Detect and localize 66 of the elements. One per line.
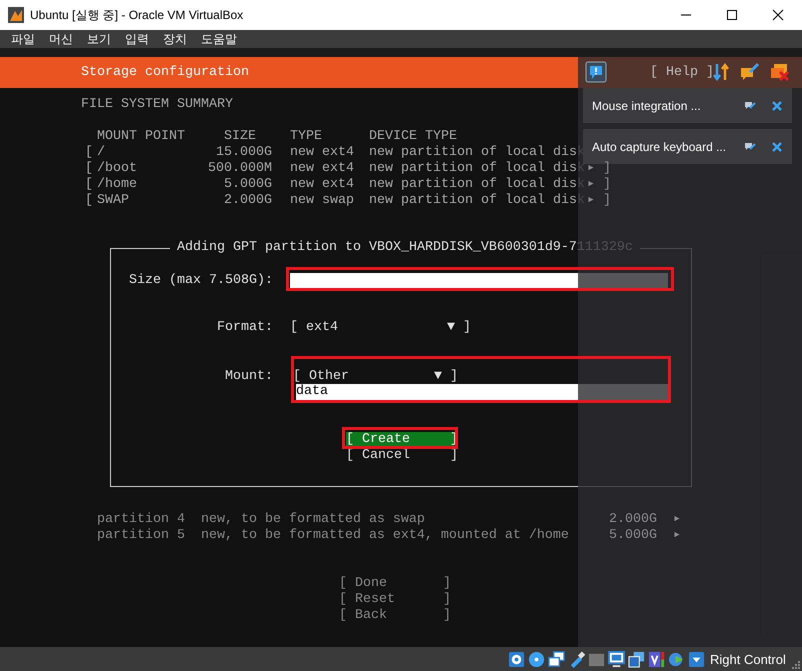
table-cell-text: 15.000G — [215, 145, 272, 161]
table-cell-text: 500.000M — [207, 161, 272, 177]
table-cell-text: new ext4 — [289, 161, 351, 177]
menu-item[interactable]: 보기 — [87, 30, 111, 48]
display-icon[interactable] — [608, 650, 625, 668]
action-button[interactable]: [ Back ] — [339, 608, 451, 624]
close-icon[interactable] — [772, 9, 784, 21]
menu-item[interactable]: 장치 — [163, 30, 187, 48]
column-header: DEVICE TYPE — [368, 129, 458, 145]
row-menu-toggle[interactable]: ▸ — [673, 512, 682, 528]
partition-description: partition 4 new, to be formatted as swap — [97, 512, 426, 528]
menu-item[interactable]: 입력 — [125, 30, 149, 48]
action-button[interactable]: [ Done ] — [339, 576, 451, 592]
row-menu-toggle[interactable]: ▸ ] — [587, 193, 617, 209]
column-header: TYPE — [289, 129, 323, 145]
bracket: [ — [85, 177, 94, 193]
menu-item[interactable]: 파일 — [11, 30, 35, 48]
format-dropdown[interactable]: [ ext4 ▼ ] — [290, 320, 471, 336]
app-logo-icon — [8, 7, 24, 23]
screen-title: Storage configuration — [81, 64, 249, 80]
bracket: [ — [85, 145, 94, 161]
table-cell-text: new ext4 — [289, 145, 351, 161]
partition-size: 5.000G — [608, 528, 657, 544]
windows-icon[interactable] — [628, 650, 645, 668]
menu-item[interactable]: 도움말 — [201, 30, 237, 48]
mount-dropdown[interactable]: [ Other ▼ ] — [293, 369, 458, 385]
column-header: SIZE — [223, 129, 257, 145]
field-label: Format: — [216, 320, 273, 336]
menu-item[interactable]: 머신 — [49, 30, 73, 48]
table-cell-text: 2.000G — [223, 193, 272, 209]
notification-icon[interactable] — [585, 61, 607, 83]
table-cell-text: / — [97, 145, 106, 161]
table-cell-text: SWAP — [97, 193, 130, 209]
dismiss-all-icon[interactable] — [770, 62, 790, 82]
resize-grip-icon[interactable] — [790, 659, 800, 669]
row-menu-toggle[interactable]: ▸ — [673, 528, 682, 544]
maximize-icon[interactable] — [726, 9, 738, 21]
table-cell-text: /home — [97, 177, 138, 193]
pin-icon[interactable] — [744, 140, 756, 152]
help-button[interactable]: [ Help ] — [650, 64, 714, 80]
notification-text: Mouse integration ... — [592, 98, 702, 114]
table-cell-text: new swap — [289, 193, 351, 209]
sort-arrows-icon[interactable] — [712, 62, 730, 82]
table-cell-text: new ext4 — [289, 177, 351, 193]
field-label: Size (max 7.508G): — [128, 273, 273, 289]
bracket: [ — [85, 161, 94, 177]
row-menu-toggle[interactable]: ▸ ] — [587, 161, 617, 177]
section-title: FILE SYSTEM SUMMARY — [81, 97, 233, 113]
host-key-label: Right Control — [710, 652, 786, 666]
row-menu-toggle[interactable]: ▸ ] — [587, 177, 617, 193]
field-label: Mount: — [224, 369, 273, 385]
action-button[interactable]: [ Reset ] — [339, 592, 451, 608]
usb-icon[interactable] — [568, 650, 585, 668]
optical-disc-icon[interactable] — [528, 650, 545, 668]
network-icon[interactable] — [548, 650, 565, 668]
pin-message-icon[interactable] — [740, 62, 760, 82]
window-title: Ubuntu [실행 중] - Oracle VM VirtualBox — [30, 6, 244, 24]
column-header: MOUNT POINT — [97, 129, 186, 145]
partition-description: partition 5 new, to be formatted as ext4, mounted at /home — [97, 528, 570, 544]
table-cell-text: 5.000G — [223, 177, 272, 193]
download-icon[interactable] — [688, 650, 705, 668]
pin-icon[interactable] — [744, 100, 756, 112]
table-cell-text: /boot — [97, 161, 138, 177]
notification-text: Auto capture keyboard ... — [592, 138, 728, 154]
bracket: [ — [85, 193, 94, 209]
partition-size: 2.000G — [608, 512, 657, 528]
